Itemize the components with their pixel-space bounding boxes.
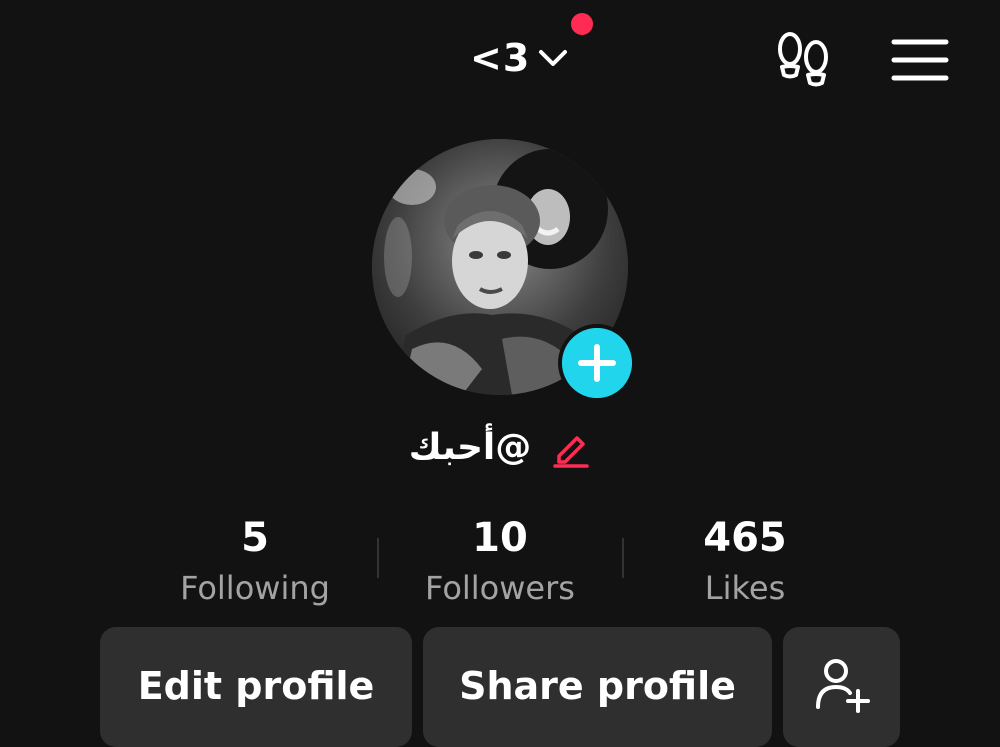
add-friend-button[interactable]: [783, 627, 900, 747]
likes-count: 465: [703, 515, 787, 561]
following-count: 5: [241, 515, 269, 561]
stats-divider: [622, 538, 624, 578]
account-name: <3: [470, 36, 531, 80]
account-switcher[interactable]: <3: [470, 32, 570, 84]
stats-divider: [377, 538, 379, 578]
add-photo-button[interactable]: [562, 328, 632, 398]
stat-following[interactable]: 5 Following: [135, 510, 375, 610]
add-friend-icon: [815, 659, 870, 713]
followers-count: 10: [472, 515, 528, 561]
share-profile-label: Share profile: [459, 664, 736, 708]
stat-likes[interactable]: 465 Likes: [625, 510, 865, 610]
username-row: @أحبك: [0, 420, 1000, 476]
stat-followers[interactable]: 10 Followers: [380, 510, 620, 610]
share-profile-button[interactable]: Share profile: [423, 627, 772, 747]
following-label: Following: [180, 569, 330, 607]
hamburger-menu-icon[interactable]: [888, 34, 952, 86]
notification-dot: [571, 13, 593, 35]
edit-pencil-icon[interactable]: [551, 428, 591, 468]
edit-profile-label: Edit profile: [137, 664, 375, 708]
likes-label: Likes: [704, 569, 786, 607]
footprints-icon[interactable]: [772, 29, 834, 91]
username: @أحبك: [408, 427, 532, 468]
chevron-down-icon: [539, 50, 568, 66]
followers-label: Followers: [425, 569, 575, 607]
edit-profile-button[interactable]: Edit profile: [100, 627, 412, 747]
